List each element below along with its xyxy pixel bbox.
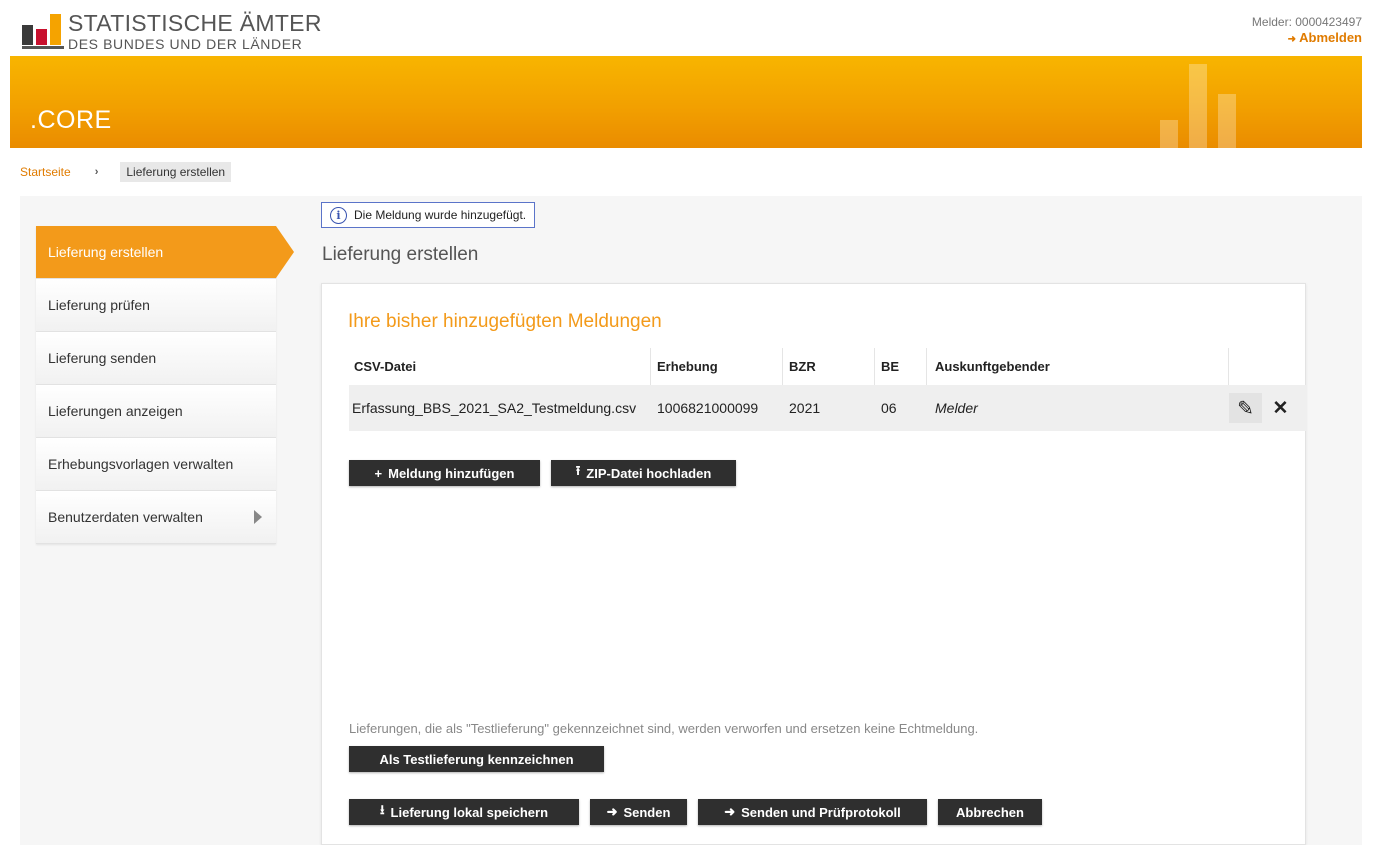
banner-deco-bar-2 xyxy=(1189,64,1207,148)
upload-zip-label: ZIP-Datei hochladen xyxy=(586,465,712,481)
sidebar-item-label: Benutzerdaten verwalten xyxy=(48,509,203,525)
upload-icon: ⭱ xyxy=(575,463,581,478)
sidebar-item-label: Lieferung prüfen xyxy=(48,297,150,313)
plus-icon: + xyxy=(374,465,383,481)
cell-csv: Erfassung_BBS_2021_SA2_Testmeldung.csv xyxy=(352,400,637,416)
sidebar-item-benutzerdaten[interactable]: Benutzerdaten verwalten xyxy=(36,491,276,544)
send-with-protocol-button[interactable]: ➜ Senden und Prüfprotokoll xyxy=(698,799,927,825)
edit-icon[interactable]: ✎ xyxy=(1229,393,1262,423)
logo-text: STATISTISCHE ÄMTER DES BUNDES UND DER LÄ… xyxy=(68,10,322,52)
save-locally-label: Lieferung lokal speichern xyxy=(390,804,549,820)
download-icon: ⭳ xyxy=(379,802,385,817)
send-with-protocol-label: Senden und Prüfprotokoll xyxy=(741,804,901,820)
add-report-button[interactable]: + Meldung hinzufügen xyxy=(349,460,540,486)
breadcrumb: Startseite › Lieferung erstellen xyxy=(20,162,232,182)
sidebar-item-lieferungen-anzeigen[interactable]: Lieferungen anzeigen xyxy=(36,385,276,438)
info-message: i Die Meldung wurde hinzugefügt. xyxy=(321,202,536,228)
sidebar-item-label: Erhebungsvorlagen verwalten xyxy=(48,456,234,472)
sidebar-item-lieferung-senden[interactable]: Lieferung senden xyxy=(36,332,276,385)
column-header-auskunftgebender: Auskunftgebender xyxy=(927,348,1229,385)
app-banner: .CORE xyxy=(10,56,1362,148)
submenu-arrow-icon xyxy=(254,510,262,524)
arrow-right-icon: ➜ xyxy=(724,804,736,819)
delete-icon[interactable]: ✕ xyxy=(1264,393,1297,423)
sidebar-item-erhebungsvorlagen[interactable]: Erhebungsvorlagen verwalten xyxy=(36,438,276,491)
info-message-text: Die Meldung wurde hinzugefügt. xyxy=(354,208,527,222)
melder-id: Melder: 0000423497 xyxy=(1251,15,1362,29)
mark-test-label: Als Testlieferung kennzeichnen xyxy=(379,751,574,767)
sidebar: Lieferung erstellen Lieferung prüfen Lie… xyxy=(36,226,294,544)
breadcrumb-current: Lieferung erstellen xyxy=(120,162,232,182)
logout-label: Abmelden xyxy=(1299,30,1362,45)
column-header-erhebung: Erhebung xyxy=(651,348,783,385)
send-label: Senden xyxy=(623,804,671,820)
app-title: .CORE xyxy=(30,106,112,134)
logo-line2: DES BUNDES UND DER LÄNDER xyxy=(68,36,303,52)
top-header: STATISTISCHE ÄMTER DES BUNDES UND DER LÄ… xyxy=(0,0,1374,56)
column-header-bzr: BZR xyxy=(783,348,875,385)
logo[interactable]: STATISTISCHE ÄMTER DES BUNDES UND DER LÄ… xyxy=(22,12,322,51)
logout-link[interactable]: ➜ Abmelden xyxy=(1252,30,1362,48)
test-delivery-note: Lieferungen, die als "Testlieferung" gek… xyxy=(349,721,979,736)
reports-table: CSV-Datei Erhebung BZR BE Auskunftgebend… xyxy=(349,348,1307,431)
arrow-right-icon: ➜ xyxy=(1287,34,1297,45)
cancel-button[interactable]: Abbrechen xyxy=(938,799,1042,825)
sidebar-item-label: Lieferungen anzeigen xyxy=(48,403,183,419)
content-panel: Ihre bisher hinzugefügten Meldungen CSV-… xyxy=(321,283,1307,845)
banner-deco-bar-1 xyxy=(1160,120,1178,148)
breadcrumb-separator-icon: › xyxy=(94,166,99,178)
sidebar-item-label: Lieferung senden xyxy=(48,350,157,366)
cancel-label: Abbrechen xyxy=(956,804,1024,820)
cell-bzr: 2021 xyxy=(789,400,821,416)
cell-be: 06 xyxy=(881,400,897,416)
save-locally-button[interactable]: ⭳ Lieferung lokal speichern xyxy=(349,799,579,825)
arrow-right-icon: ➜ xyxy=(606,804,618,819)
column-header-be: BE xyxy=(875,348,927,385)
panel-title: Ihre bisher hinzugefügten Meldungen xyxy=(348,311,662,332)
mark-test-delivery-button[interactable]: Als Testlieferung kennzeichnen xyxy=(349,746,604,772)
logo-bars-icon xyxy=(22,12,66,49)
page-title: Lieferung erstellen xyxy=(322,244,479,265)
cell-auskunftgebender: Melder xyxy=(935,400,978,416)
breadcrumb-home[interactable]: Startseite xyxy=(20,165,71,179)
cell-actions: ✎ ✕ xyxy=(1229,393,1307,423)
column-header-csv: CSV-Datei xyxy=(349,348,651,385)
cell-erhebung: 1006821000099 xyxy=(657,400,759,416)
upload-zip-button[interactable]: ⭱ ZIP-Datei hochladen xyxy=(551,460,736,486)
banner-deco-bar-3 xyxy=(1218,94,1236,148)
user-box: Melder: 0000423497 ➜ Abmelden xyxy=(1252,14,1362,48)
info-icon: i xyxy=(330,206,347,224)
logo-line1: STATISTISCHE ÄMTER xyxy=(68,10,322,36)
table-header: CSV-Datei Erhebung BZR BE Auskunftgebend… xyxy=(349,348,1307,385)
add-report-label: Meldung hinzufügen xyxy=(388,465,515,481)
sidebar-item-lieferung-erstellen[interactable]: Lieferung erstellen xyxy=(36,226,294,279)
send-button[interactable]: ➜ Senden xyxy=(590,799,687,825)
sidebar-item-label: Lieferung erstellen xyxy=(48,244,164,260)
table-row: Erfassung_BBS_2021_SA2_Testmeldung.csv 1… xyxy=(349,385,1307,431)
sidebar-item-lieferung-pruefen[interactable]: Lieferung prüfen xyxy=(36,279,276,332)
